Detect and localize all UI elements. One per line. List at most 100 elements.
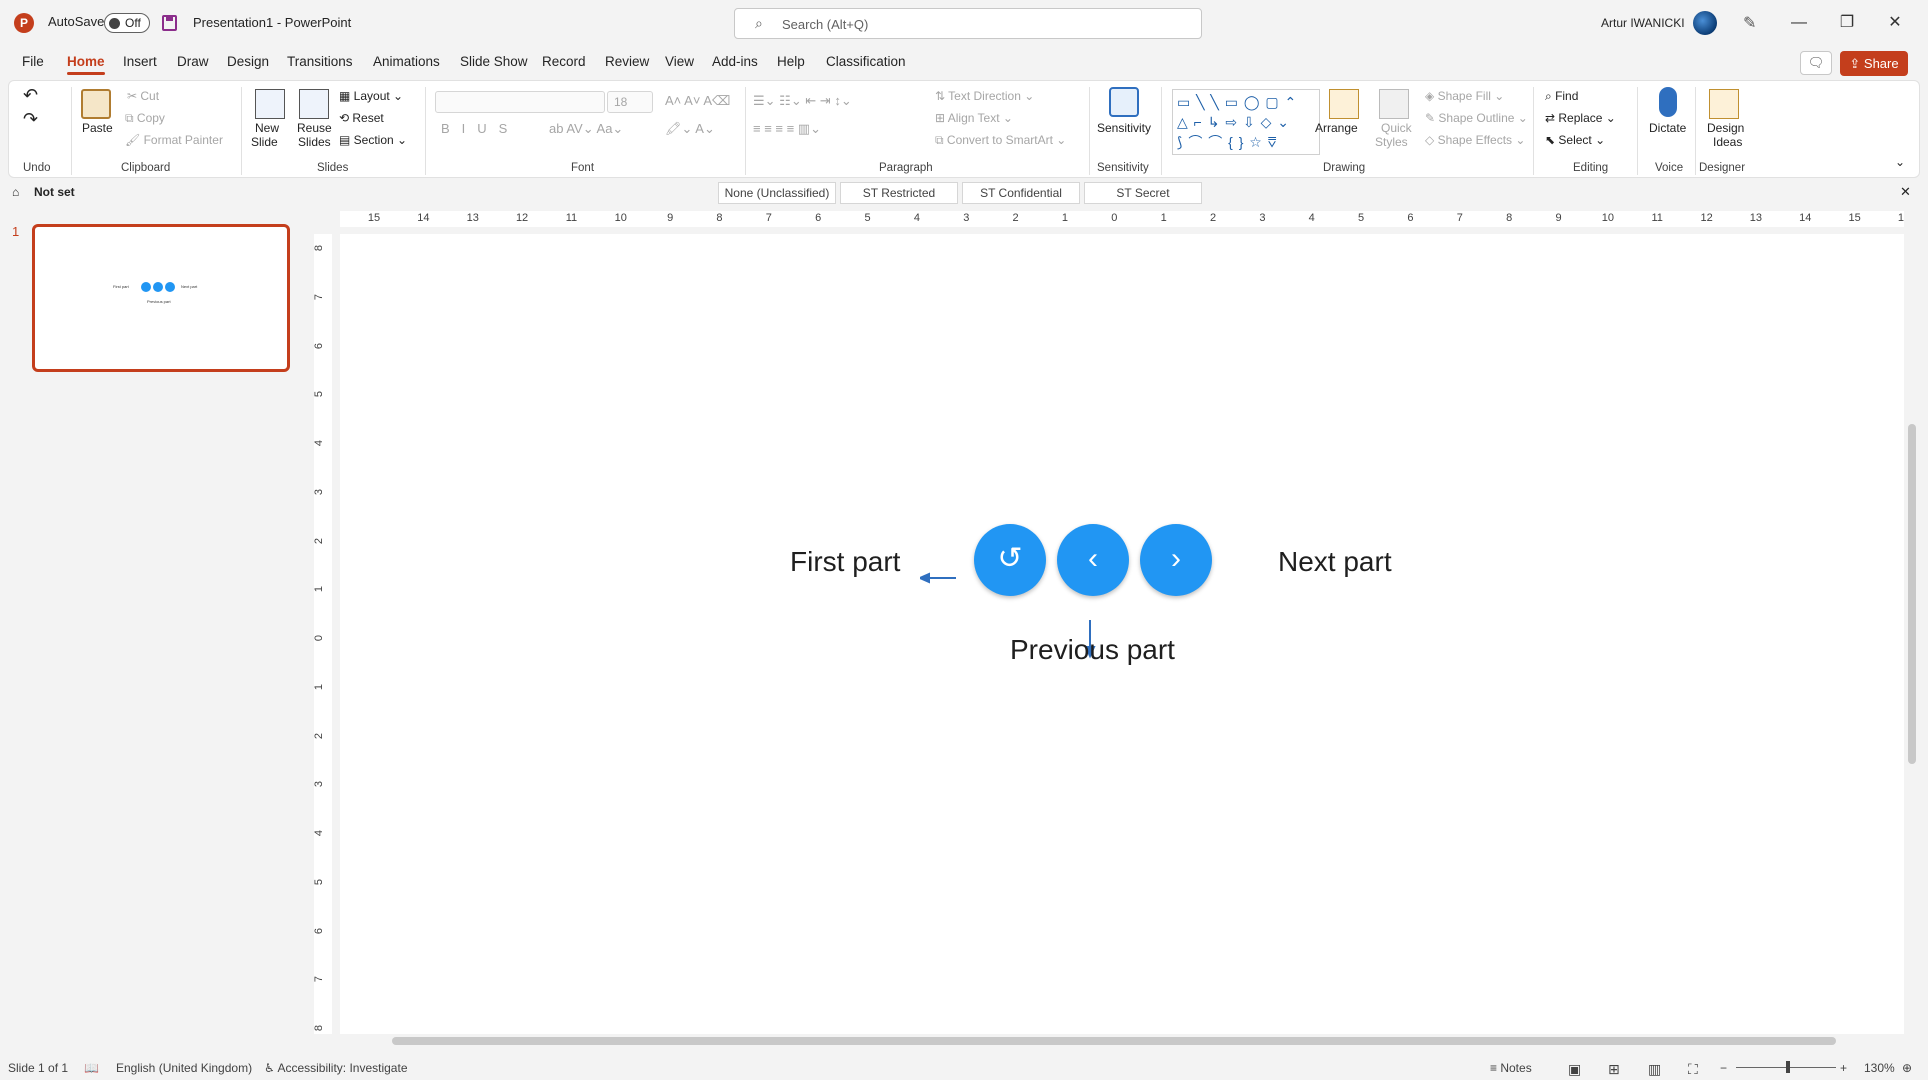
convert-smartart-button[interactable]: ⧉ Convert to SmartArt ⌄ xyxy=(935,133,1066,148)
tab-add-ins[interactable]: Add-ins xyxy=(712,54,758,69)
sensitivity-button[interactable]: Sensitivity xyxy=(1097,121,1151,135)
paste-button[interactable]: Paste xyxy=(82,121,113,135)
tab-review[interactable]: Review xyxy=(605,54,649,69)
autosave-toggle[interactable]: Off xyxy=(104,13,150,33)
tab-transitions[interactable]: Transitions xyxy=(287,54,353,69)
zoom-in-icon[interactable]: + xyxy=(1840,1061,1847,1075)
tab-insert[interactable]: Insert xyxy=(123,54,157,69)
scroll-thumb[interactable] xyxy=(1908,424,1916,764)
reuse-slides-icon[interactable] xyxy=(299,89,329,119)
fit-slide-icon[interactable]: ⊕ xyxy=(1902,1061,1912,1075)
search-input[interactable]: ⌕ Search (Alt+Q) xyxy=(734,8,1202,39)
reuse-slides-button[interactable]: Reuse xyxy=(297,121,332,135)
zoom-slider-knob[interactable] xyxy=(1786,1061,1790,1073)
tab-classification[interactable]: Classification xyxy=(826,54,906,69)
arrange-icon[interactable] xyxy=(1329,89,1359,119)
horizontal-scrollbar[interactable] xyxy=(314,1034,1904,1048)
tab-draw[interactable]: Draw xyxy=(177,54,209,69)
reset-button[interactable]: ⟲ Reset xyxy=(339,111,384,125)
design-ideas-button[interactable]: Design xyxy=(1707,121,1744,135)
arrange-button[interactable]: Arrange xyxy=(1315,121,1358,135)
dictate-button[interactable]: Dictate xyxy=(1649,121,1686,135)
tab-view[interactable]: View xyxy=(665,54,694,69)
align-text-button[interactable]: ⊞ Align Text ⌄ xyxy=(935,111,1013,125)
bullets-icon[interactable]: ☰⌄ ☷⌄ ⇤ ⇥ ↕⌄ xyxy=(753,93,852,109)
restore-button[interactable]: ❐ xyxy=(1827,10,1867,36)
previous-button[interactable]: ‹ xyxy=(1057,524,1129,596)
shapes-gallery[interactable]: ▭ ╲ ╲ ▭ ◯ ▢ ⌃ △ ⌐ ↳ ⇨ ⇩ ◇ ⌄ ⟆ ⌒ ⌒ { } ☆ ⩢ xyxy=(1172,89,1320,155)
close-button[interactable]: ✕ xyxy=(1875,10,1915,36)
spell-check-icon[interactable]: 📖 xyxy=(84,1061,99,1075)
powerpoint-logo-icon: P xyxy=(14,13,34,33)
highlight-icon[interactable]: 🖍⌄ A⌄ xyxy=(665,121,715,137)
sensitivity-confidential-button[interactable]: ST Confidential xyxy=(962,182,1080,204)
quick-styles-button[interactable]: Quick xyxy=(1381,121,1412,135)
avatar[interactable] xyxy=(1693,11,1717,35)
normal-view-icon[interactable]: ▣ xyxy=(1568,1061,1581,1078)
zoom-level[interactable]: 130% xyxy=(1864,1061,1895,1075)
scroll-thumb[interactable] xyxy=(392,1037,1836,1045)
collapse-ribbon-icon[interactable]: ⌄ xyxy=(1895,155,1905,169)
copy-button[interactable]: ⧉ Copy xyxy=(125,111,165,126)
font-name-combo[interactable] xyxy=(435,91,605,113)
chevron-right-icon: › xyxy=(1171,542,1181,575)
shape-effects-button[interactable]: ◇ Shape Effects ⌄ xyxy=(1425,133,1525,147)
divider xyxy=(241,87,242,175)
layout-button[interactable]: ▦ Layout ⌄ xyxy=(339,89,403,103)
font-size-combo[interactable]: 18 xyxy=(607,91,653,113)
comments-button[interactable]: 🗨 xyxy=(1800,51,1832,75)
slide-show-icon[interactable]: ⛶ xyxy=(1688,1061,1698,1078)
replace-button[interactable]: ⇄ Replace ⌄ xyxy=(1545,111,1616,125)
shape-outline-button[interactable]: ✎ Shape Outline ⌄ xyxy=(1425,111,1528,125)
font-format-icons[interactable]: BIUS xyxy=(441,121,519,136)
close-sensitivity-icon[interactable]: ✕ xyxy=(1900,184,1911,200)
undo-icon[interactable]: ↶ xyxy=(23,85,38,106)
restart-button[interactable]: ↺ xyxy=(974,524,1046,596)
text-direction-button[interactable]: ⇅ Text Direction ⌄ xyxy=(935,89,1034,103)
cut-button[interactable]: ✂ Cut xyxy=(127,89,159,103)
shape-fill-button[interactable]: ◈ Shape Fill ⌄ xyxy=(1425,89,1504,103)
align-icons[interactable]: ≡ ≡ ≡ ≡ ▥⌄ xyxy=(753,121,821,137)
language-status[interactable]: English (United Kingdom) xyxy=(116,1061,252,1075)
tab-help[interactable]: Help xyxy=(777,54,805,69)
format-painter-button[interactable]: 🖌 Format Painter xyxy=(125,133,223,147)
save-icon[interactable] xyxy=(162,15,177,31)
tab-slide-show[interactable]: Slide Show xyxy=(460,54,528,69)
paste-icon[interactable] xyxy=(81,89,111,119)
microphone-icon[interactable] xyxy=(1659,87,1677,117)
reading-view-icon[interactable]: ▥ xyxy=(1648,1061,1661,1078)
new-slide-icon[interactable] xyxy=(255,89,285,119)
design-ideas-icon[interactable] xyxy=(1709,89,1739,119)
pen-icon[interactable]: ✎ xyxy=(1743,13,1756,33)
slide-canvas[interactable]: First part ↺ ‹ › Next part Previous part xyxy=(340,234,1904,1034)
minimize-button[interactable]: — xyxy=(1779,10,1819,36)
new-slide-button[interactable]: New xyxy=(255,121,279,135)
next-button[interactable]: › xyxy=(1140,524,1212,596)
sensitivity-icon[interactable] xyxy=(1109,87,1139,117)
tab-record[interactable]: Record xyxy=(542,54,586,69)
sensitivity-restricted-button[interactable]: ST Restricted xyxy=(840,182,958,204)
redo-icon[interactable]: ↷ xyxy=(23,109,38,130)
divider xyxy=(1695,87,1696,175)
accessibility-status[interactable]: ♿ Accessibility: Investigate xyxy=(264,1061,408,1075)
zoom-out-icon[interactable]: − xyxy=(1720,1061,1727,1075)
ruler-tick-label: 9 xyxy=(1555,212,1562,224)
sensitivity-secret-button[interactable]: ST Secret xyxy=(1084,182,1202,204)
quick-styles-icon[interactable] xyxy=(1379,89,1409,119)
share-button[interactable]: ⇪ Share xyxy=(1840,51,1908,76)
tab-home[interactable]: Home xyxy=(67,54,105,75)
strikethrough-icon[interactable]: ab AV⌄ Aa⌄ xyxy=(549,121,623,137)
select-button[interactable]: ⬉ Select ⌄ xyxy=(1545,133,1605,147)
notes-button[interactable]: ≡ Notes xyxy=(1490,1061,1532,1075)
slide-sorter-icon[interactable]: ⊞ xyxy=(1608,1061,1620,1078)
grow-font-icon[interactable]: A˄ A˅ A⌫ xyxy=(665,93,730,109)
tab-animations[interactable]: Animations xyxy=(373,54,440,69)
tab-file[interactable]: File xyxy=(22,54,44,69)
section-button[interactable]: ▤ Section ⌄ xyxy=(339,133,407,147)
sensitivity-none-button[interactable]: None (Unclassified) xyxy=(718,182,836,204)
vertical-scrollbar[interactable] xyxy=(1904,212,1920,1034)
user-name[interactable]: Artur IWANICKI xyxy=(1601,16,1685,30)
find-button[interactable]: ⌕ Find xyxy=(1545,89,1578,104)
tab-design[interactable]: Design xyxy=(227,54,269,69)
slide-thumbnail[interactable]: First part Next part Previous part xyxy=(32,224,290,372)
